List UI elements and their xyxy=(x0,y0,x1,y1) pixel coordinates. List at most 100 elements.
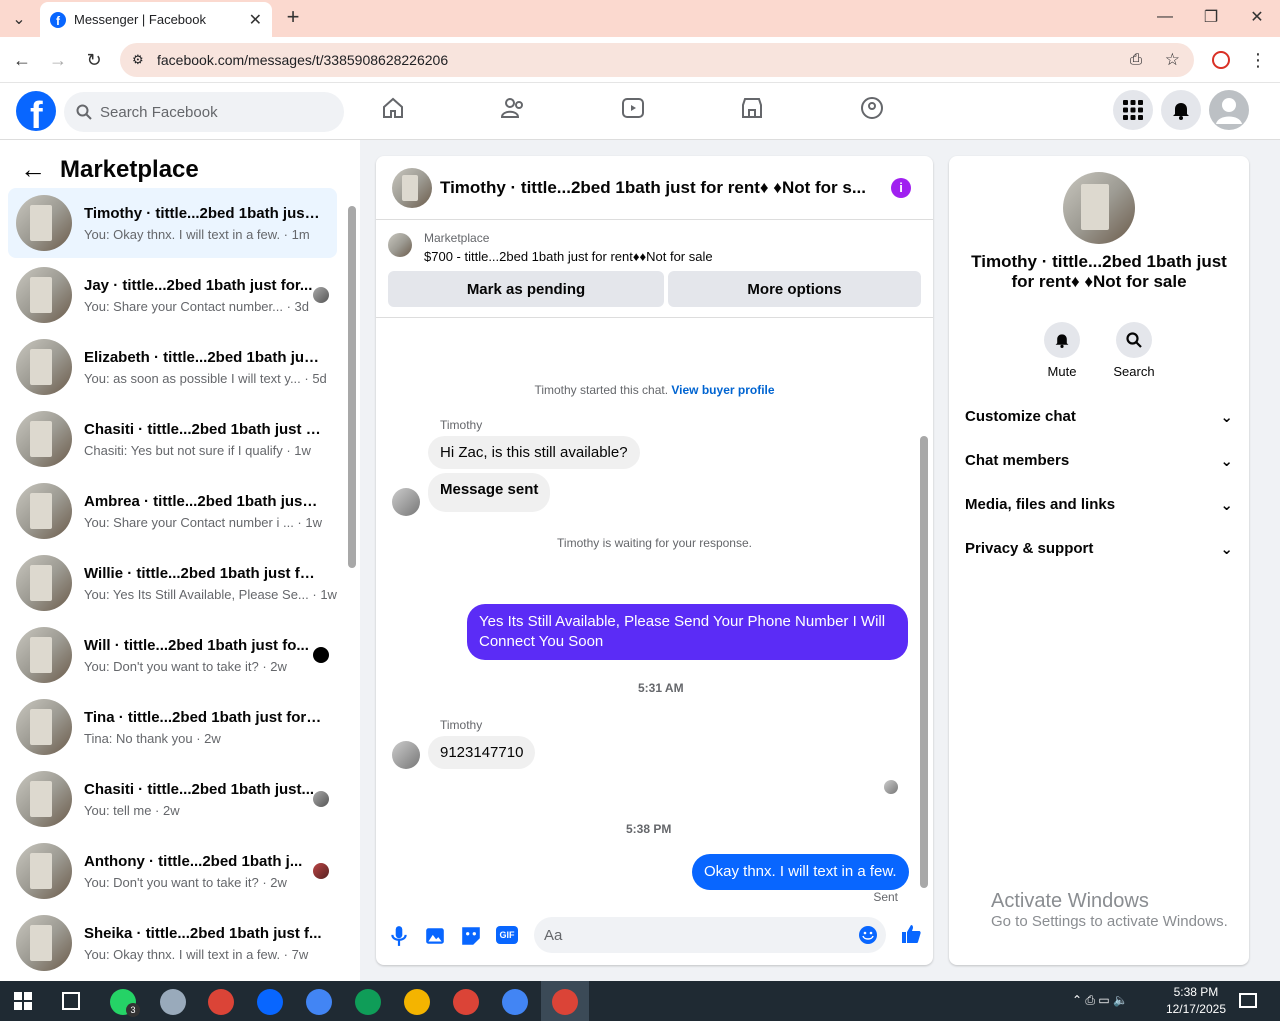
waiting-notice: Timothy is waiting for your response. xyxy=(557,536,752,550)
avatar[interactable] xyxy=(392,167,432,208)
mute-button[interactable]: Mute xyxy=(1032,322,1092,379)
view-buyer-profile-link[interactable]: View buyer profile xyxy=(671,383,774,397)
conversation-item[interactable]: Elizabeth · tittle...2bed 1bath just... Y… xyxy=(8,332,337,402)
friends-icon[interactable] xyxy=(500,96,526,120)
conversation-preview: You: Share your Contact number i ... · 1… xyxy=(84,514,322,530)
site-info-icon[interactable]: ⚙ xyxy=(132,52,144,68)
chrome-icon[interactable] xyxy=(306,989,332,1015)
search-icon xyxy=(1126,332,1142,348)
chat-scrollbar[interactable] xyxy=(920,436,928,888)
chrome-icon[interactable] xyxy=(502,989,528,1015)
conversation-preview: You: tell me · 2w xyxy=(84,802,180,818)
avatar xyxy=(16,411,72,467)
install-app-icon[interactable]: ⎙ xyxy=(1130,51,1142,68)
home-icon[interactable] xyxy=(381,96,405,120)
more-options-button[interactable]: More options xyxy=(668,271,921,307)
profile-icon[interactable] xyxy=(1212,51,1230,69)
task-view-icon[interactable] xyxy=(62,992,80,1010)
conversation-item[interactable]: Sheika · tittle...2bed 1bath just f... Yo… xyxy=(8,908,337,978)
new-tab-icon[interactable]: + xyxy=(282,4,304,29)
conversation-item[interactable]: Anthony · tittle...2bed 1bath j... You: D… xyxy=(8,836,337,906)
conversation-item[interactable]: Tina · tittle...2bed 1bath just for ... T… xyxy=(8,692,337,762)
back-icon[interactable]: ← xyxy=(12,49,32,71)
tray-icons[interactable]: ⌃ ⎙ ▭ 🔈 xyxy=(1072,993,1128,1008)
facebook-taskbar-icon[interactable] xyxy=(257,989,283,1015)
notification-center-icon[interactable] xyxy=(1239,993,1257,1008)
sticker-icon[interactable] xyxy=(460,925,482,947)
conversation-item[interactable]: Willie · tittle...2bed 1bath just for...… xyxy=(8,548,337,618)
tab-search-chevron-icon[interactable]: ⌄ xyxy=(8,8,30,30)
chrome-icon[interactable] xyxy=(208,989,234,1015)
conversation-preview: You: Okay thnx. I will text in a few. · … xyxy=(84,226,310,242)
conversation-name: Ambrea · tittle...2bed 1bath just ... xyxy=(84,492,322,510)
menu-grid-button[interactable] xyxy=(1113,90,1153,130)
conversation-item[interactable]: Chasiti · tittle...2bed 1bath just f... C… xyxy=(8,404,337,474)
listing-summary[interactable]: Marketplace $700 - tittle...2bed 1bath j… xyxy=(388,231,713,264)
gif-icon[interactable]: GIF xyxy=(496,926,518,944)
clock[interactable]: 5:38 PM 12/17/2025 xyxy=(1166,984,1226,1018)
url-field[interactable]: ⚙ facebook.com/messages/t/33859086282262… xyxy=(120,43,1194,77)
grid-icon xyxy=(1123,100,1143,120)
customize-chat-section[interactable]: Customize chat ⌄ xyxy=(965,408,1233,426)
privacy-support-section[interactable]: Privacy & support ⌄ xyxy=(965,540,1233,558)
seen-avatar-icon xyxy=(313,287,329,303)
chat-header: Timothy · tittle...2bed 1bath just for r… xyxy=(376,156,933,220)
reload-icon[interactable]: ↻ xyxy=(84,49,104,71)
conversation-item[interactable]: Ambrea · tittle...2bed 1bath just ... You… xyxy=(8,476,337,546)
info-icon[interactable]: i xyxy=(891,178,911,198)
message-input[interactable]: Aa xyxy=(534,917,886,953)
sidebar-scrollbar[interactable] xyxy=(348,206,356,568)
app-icon[interactable] xyxy=(160,989,186,1015)
windows-start-icon[interactable] xyxy=(14,992,32,1010)
conversation-name: Will · tittle...2bed 1bath just fo... xyxy=(84,636,309,654)
forward-icon[interactable]: → xyxy=(48,49,68,71)
divider xyxy=(376,317,933,318)
windows-taskbar: 3 ⌃ ⎙ ▭ 🔈 5:38 PM 12/17/2025 xyxy=(0,981,1280,1021)
browser-tab[interactable]: f Messenger | Facebook ✕ xyxy=(40,2,272,37)
conversation-item[interactable]: Jay · tittle...2bed 1bath just for... You… xyxy=(8,260,337,330)
photo-icon[interactable] xyxy=(424,925,446,947)
incoming-message[interactable]: 9123147710 xyxy=(428,736,536,769)
microphone-icon[interactable] xyxy=(388,925,410,947)
emoji-icon[interactable] xyxy=(858,925,878,945)
marketplace-icon[interactable] xyxy=(740,96,764,120)
browser-menu-icon[interactable]: ⋮ xyxy=(1249,49,1267,71)
outgoing-message[interactable]: Yes Its Still Available, Please Send You… xyxy=(467,604,908,660)
sender-name: Timothy xyxy=(440,718,483,732)
section-label: Privacy & support xyxy=(965,540,1094,557)
groups-icon[interactable] xyxy=(860,96,884,120)
conversation-item[interactable]: Timothy · tittle...2bed 1bath just ... Yo… xyxy=(8,188,337,258)
avatar[interactable] xyxy=(1063,172,1135,244)
search-conversation-button[interactable]: Search xyxy=(1104,322,1164,379)
chrome-icon[interactable] xyxy=(453,989,479,1015)
incoming-message[interactable]: Hi Zac, is this still available? xyxy=(428,436,640,469)
facebook-header: f Search Facebook xyxy=(0,83,1280,140)
listing-thumbnail xyxy=(388,233,412,257)
conversation-item[interactable]: Will · tittle...2bed 1bath just fo... You… xyxy=(8,620,337,690)
whatsapp-icon[interactable]: 3 xyxy=(110,989,140,1017)
chrome-icon[interactable] xyxy=(355,989,381,1015)
bookmark-star-icon[interactable]: ☆ xyxy=(1165,50,1180,70)
video-icon[interactable] xyxy=(621,96,645,120)
composer: GIF Aa xyxy=(376,908,933,964)
close-tab-icon[interactable]: ✕ xyxy=(249,10,262,30)
chat-members-section[interactable]: Chat members ⌄ xyxy=(965,452,1233,470)
conversation-item[interactable]: Chasiti · tittle...2bed 1bath just... You… xyxy=(8,764,337,834)
mark-as-pending-button[interactable]: Mark as pending xyxy=(388,271,664,307)
outgoing-message[interactable]: Okay thnx. I will text in a few. xyxy=(692,854,909,890)
thumbs-up-icon[interactable] xyxy=(900,923,922,945)
avatar xyxy=(16,339,72,395)
active-app-highlight[interactable] xyxy=(541,981,589,1021)
minimize-icon[interactable]: — xyxy=(1155,6,1175,28)
search-input[interactable]: Search Facebook xyxy=(64,92,344,132)
close-window-icon[interactable]: ✕ xyxy=(1247,6,1267,28)
chrome-icon[interactable] xyxy=(404,989,430,1015)
chat-title[interactable]: Timothy · tittle...2bed 1bath just for r… xyxy=(440,178,870,198)
incoming-message[interactable]: Message sent xyxy=(428,473,551,512)
media-files-links-section[interactable]: Media, files and links ⌄ xyxy=(965,496,1233,514)
facebook-logo-icon[interactable]: f xyxy=(16,91,56,131)
account-avatar[interactable] xyxy=(1209,90,1249,130)
back-arrow-icon[interactable]: ← xyxy=(20,154,46,185)
notifications-button[interactable] xyxy=(1161,90,1201,130)
restore-icon[interactable]: ❐ xyxy=(1201,6,1221,28)
